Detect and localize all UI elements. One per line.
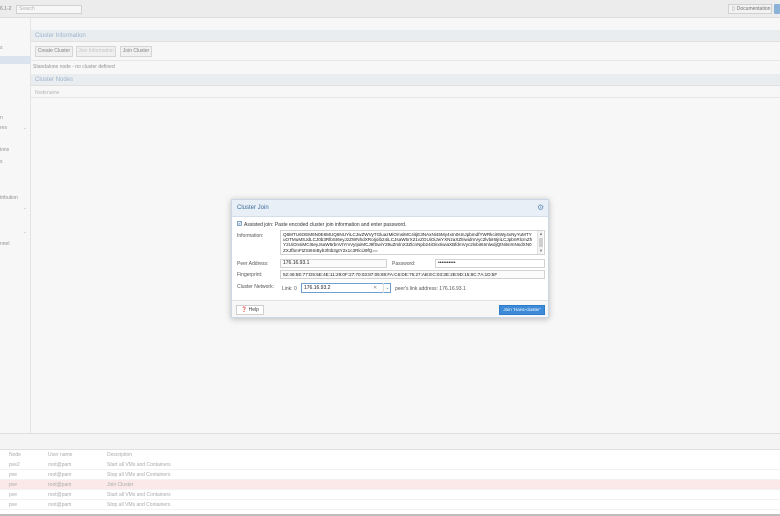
- task-user: root@pam: [48, 502, 72, 508]
- peer-address-label: Peer Address:: [237, 261, 269, 267]
- peer-link-address: peer's link address: 176.16.93.1: [395, 286, 466, 292]
- task-description: Stop all VMs and Containers: [107, 472, 171, 478]
- task-user: root@pam: [48, 492, 72, 498]
- task-description: Start all VMs and Containers: [107, 462, 171, 468]
- user-column-header[interactable]: User name: [48, 452, 72, 458]
- task-node: pve: [9, 492, 18, 498]
- information-textarea[interactable]: Q6MTU6OEM6N0E6MUQ6NUYiLCJwZWVyTGluazMiOm…: [280, 230, 545, 255]
- cluster-join-dialog: Cluster Join ⚙ ✓ Assisted join: Paste enc…: [231, 199, 549, 318]
- link-label: Link:: [282, 286, 293, 292]
- scroll-up-icon[interactable]: ▲: [538, 231, 544, 236]
- scroll-thumb[interactable]: [539, 238, 543, 247]
- information-label: Information:: [237, 233, 264, 239]
- assisted-join-checkbox[interactable]: ✓: [237, 221, 242, 227]
- dialog-header: Cluster Join ⚙: [232, 200, 548, 217]
- task-node: pve: [9, 502, 18, 508]
- task-description: Stop all VMs and Containers: [107, 502, 171, 508]
- task-user: root@pam: [48, 472, 72, 478]
- task-log: Node User name Description pve2 root@pam…: [0, 433, 780, 516]
- scroll-down-icon[interactable]: ▼: [538, 248, 544, 253]
- task-row[interactable]: pve root@pam Start all VMs and Container…: [0, 490, 780, 500]
- task-log-tabs: [0, 434, 780, 450]
- peer-address-field[interactable]: 176.16.93.1: [280, 259, 387, 268]
- task-node: pve: [9, 472, 18, 478]
- task-description: Start all VMs and Containers: [107, 492, 171, 498]
- link-address-combo[interactable]: 176.16.93.2 ✕ ⌄: [301, 283, 391, 293]
- task-user: root@pam: [48, 482, 72, 488]
- task-row[interactable]: pve root@pam Stop all VMs and Containers: [0, 470, 780, 480]
- password-label: Password:: [392, 261, 416, 267]
- dialog-title: Cluster Join: [237, 205, 269, 211]
- gear-icon[interactable]: ⚙: [537, 204, 545, 212]
- join-cluster-submit-button[interactable]: Join 'Hans-cluster': [499, 305, 545, 315]
- clear-icon[interactable]: ✕: [373, 284, 377, 292]
- task-node: pve: [9, 482, 18, 488]
- link-number: 0: [294, 286, 297, 292]
- node-column-header[interactable]: Node: [9, 452, 21, 458]
- information-scrollbar[interactable]: ▲ ▼: [537, 231, 543, 254]
- assisted-join-checkbox-row[interactable]: ✓ Assisted join: Paste encoded cluster jo…: [237, 221, 407, 228]
- task-description: Join Cluster: [107, 482, 134, 488]
- help-label: Help: [248, 307, 259, 313]
- assisted-join-label: Assisted join: Paste encoded cluster joi…: [244, 222, 407, 228]
- task-row[interactable]: pve root@pam Stop all VMs and Containers: [0, 500, 780, 510]
- task-user: root@pam: [48, 462, 72, 468]
- cluster-network-label: Cluster Network:: [237, 284, 274, 290]
- chevron-down-icon[interactable]: ⌄: [383, 283, 391, 293]
- fingerprint-label: Fingerprint:: [237, 272, 263, 278]
- dialog-footer: ❓ Help Join 'Hans-cluster': [232, 300, 548, 317]
- fingerprint-field[interactable]: 52:46:5E:77:D5:5E:4E:11:29:0F:27:70:03:8…: [280, 270, 545, 279]
- description-column-header[interactable]: Description: [107, 452, 132, 458]
- task-node: pve2: [9, 462, 20, 468]
- link-address-value: 176.16.93.2: [304, 285, 331, 291]
- help-icon: ❓: [241, 307, 248, 313]
- task-row[interactable]: pve2 root@pam Start all VMs and Containe…: [0, 460, 780, 470]
- task-row-error[interactable]: pve root@pam Join Cluster: [0, 480, 780, 490]
- password-field[interactable]: ••••••••••: [435, 259, 545, 268]
- help-button[interactable]: ❓ Help: [236, 305, 264, 315]
